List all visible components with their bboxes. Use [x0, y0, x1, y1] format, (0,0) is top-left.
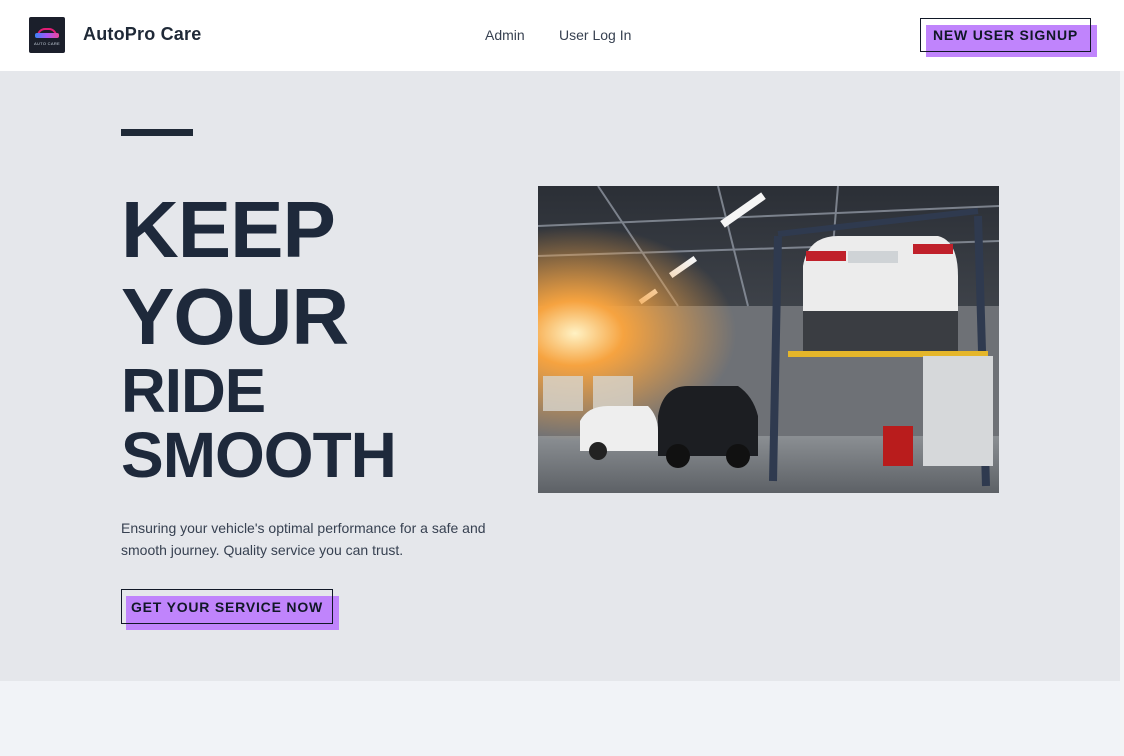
new-user-signup-button[interactable]: NEW USER SIGNUP: [920, 18, 1091, 52]
logo-stripe: [35, 33, 59, 38]
site-header: AUTO CARE AutoPro Care Admin User Log In…: [0, 0, 1124, 71]
hero-section: KEEP YOUR RIDE SMOOTH Ensuring your vehi…: [0, 71, 1120, 681]
headline-line-1: KEEP: [121, 185, 336, 274]
headline-line-3: RIDE: [121, 357, 266, 426]
headline-line-2: YOUR: [121, 272, 349, 361]
cta-button-group: GET YOUR SERVICE NOW: [121, 589, 341, 631]
brand-logo[interactable]: AUTO CARE: [29, 17, 65, 53]
logo-text: AUTO CARE: [34, 41, 60, 46]
accent-bar: [121, 129, 193, 136]
next-section: [0, 681, 1120, 756]
hero-description: Ensuring your vehicle's optimal performa…: [121, 520, 486, 558]
garage-lift-photo: [538, 186, 999, 493]
garage-illustration: [538, 186, 999, 493]
nav-link-admin[interactable]: Admin: [485, 27, 525, 43]
nav-link-user-login[interactable]: User Log In: [559, 27, 631, 43]
scrollbar[interactable]: [1120, 71, 1124, 756]
get-service-button[interactable]: GET YOUR SERVICE NOW: [121, 589, 333, 624]
headline-line-4: SMOOTH: [121, 419, 397, 491]
brand-name[interactable]: AutoPro Care: [83, 24, 201, 45]
signup-button-group: NEW USER SIGNUP: [920, 18, 1098, 58]
